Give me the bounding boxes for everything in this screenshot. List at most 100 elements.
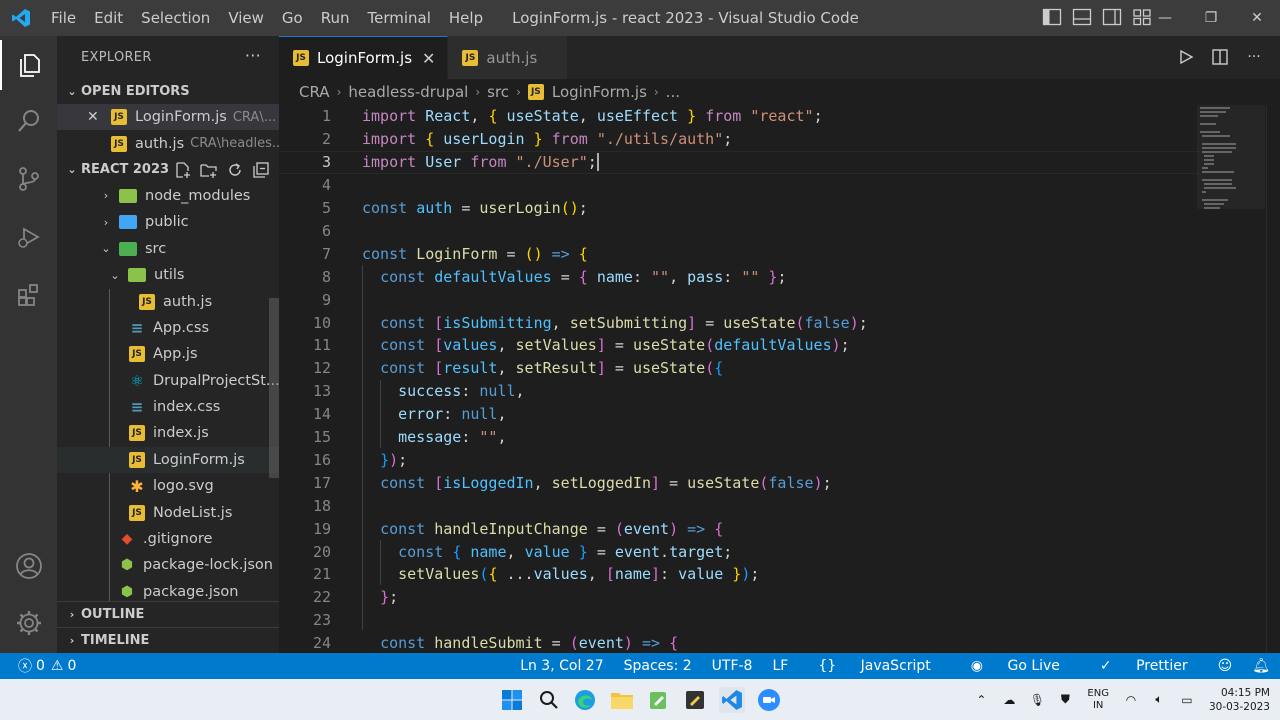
toggle-panel-icon[interactable] [1072, 8, 1094, 28]
menu-selection[interactable]: Selection [132, 0, 219, 36]
accounts-icon[interactable] [0, 541, 57, 591]
shield-icon[interactable]: ⛊ [1054, 689, 1076, 711]
encoding[interactable]: UTF-8 [702, 658, 763, 674]
file-explorer-icon[interactable] [609, 687, 635, 713]
end-of-line[interactable]: LF [762, 658, 798, 674]
run-debug-icon[interactable] [0, 212, 57, 262]
go-live-label: Go Live [1007, 658, 1060, 674]
tree-item-index-js[interactable]: JS index.js [57, 420, 279, 446]
input-language[interactable]: ENG IN [1087, 688, 1109, 712]
indentation[interactable]: Spaces: 2 [614, 658, 702, 674]
tree-item-index-css[interactable]: ≡ index.css [57, 394, 279, 420]
restore-icon[interactable]: ❐ [1188, 0, 1234, 36]
code-line: 11 const [values, setValues] = useState(… [279, 334, 1199, 357]
menu-terminal[interactable]: Terminal [359, 0, 440, 36]
split-editor-icon[interactable] [1210, 46, 1230, 68]
breadcrumb-item[interactable]: LoginForm.js [552, 83, 647, 101]
settings-gear-icon[interactable] [0, 598, 57, 648]
battery-icon[interactable]: ▭ [1176, 689, 1198, 711]
folder-utils-icon [128, 268, 146, 283]
windows-start-icon[interactable] [499, 687, 525, 713]
status-items: Ln 3, Col 27 Spaces: 2 UTF-8 LF {} JavaS… [510, 653, 1280, 679]
wifi-icon[interactable]: ◠ [1120, 689, 1142, 711]
close-window-icon[interactable]: ✕ [1234, 0, 1280, 36]
vscode-taskbar-icon[interactable] [719, 687, 745, 713]
edge-browser-icon[interactable] [572, 687, 598, 713]
breadcrumb-item[interactable]: headless-drupal [348, 83, 468, 101]
tree-item-auth-js[interactable]: JS auth.js [57, 288, 279, 314]
tree-item-logo-svg[interactable]: ✱ logo.svg [57, 473, 279, 499]
source-control-icon[interactable] [0, 154, 57, 204]
tree-item-public[interactable]: › public [57, 209, 279, 235]
new-folder-icon[interactable] [199, 160, 219, 180]
clock[interactable]: 04:15 PM 30-03-2023 [1209, 686, 1270, 714]
feedback-icon[interactable]: ☺ [1208, 658, 1243, 674]
menu-help[interactable]: Help [440, 0, 492, 36]
open-editors-section[interactable]: ⌄ OPEN EDITORS [57, 78, 279, 104]
toggle-primary-sidebar-icon[interactable] [1042, 8, 1064, 28]
more-actions-icon[interactable]: ··· [245, 46, 261, 65]
tree-item-utils[interactable]: ⌄ utils [57, 262, 279, 288]
tree-item-app-js[interactable]: JS App.js [57, 341, 279, 367]
menu-run[interactable]: Run [312, 0, 359, 36]
menu-edit[interactable]: Edit [85, 0, 132, 36]
close-tab-icon[interactable]: ✕ [422, 49, 435, 68]
tree-item-drupal-project[interactable]: ⚛ DrupalProjectSt... [57, 368, 279, 394]
breadcrumb-item[interactable]: src [487, 83, 509, 101]
editor-app-icon[interactable] [682, 687, 708, 713]
volume-icon[interactable]: 🔈︎ [1148, 689, 1170, 711]
search-icon[interactable] [0, 96, 57, 146]
refresh-icon[interactable] [225, 160, 245, 180]
sidebar-scrollbar[interactable] [269, 298, 279, 478]
go-live-button[interactable]: ◉ Go Live [951, 658, 1080, 674]
open-editor-item-auth[interactable]: JS auth.js CRA\headles... [57, 130, 279, 156]
minimize-icon[interactable]: — [1142, 0, 1188, 36]
close-icon[interactable]: ✕ [87, 109, 103, 125]
timeline-section[interactable]: › TIMELINE [57, 627, 279, 653]
more-actions-icon[interactable]: ··· [1244, 46, 1264, 68]
tree-item-node-modules[interactable]: › node_modules [57, 183, 279, 209]
code-text: const { name, value } = event.target; [398, 542, 733, 561]
microphone-icon[interactable]: 🎙︎ [1026, 689, 1048, 711]
editor-scrollbar[interactable] [1266, 105, 1280, 653]
tree-item-src[interactable]: ⌄ src [57, 236, 279, 262]
chevron-down-icon: ⌄ [110, 268, 120, 282]
prettier-button[interactable]: ✓ Prettier [1080, 658, 1208, 674]
menu-go[interactable]: Go [273, 0, 312, 36]
chevron-up-icon[interactable]: ⌃ [970, 689, 992, 711]
explorer-icon[interactable] [0, 40, 57, 90]
line-number: 8 [321, 267, 331, 286]
breadcrumb-item[interactable]: CRA [299, 83, 330, 101]
notepad-icon[interactable] [645, 687, 671, 713]
warning-count: 0 [67, 658, 77, 674]
code-editor[interactable]: 1 import React, { useState, useEffect } f… [279, 105, 1280, 653]
toggle-secondary-sidebar-icon[interactable] [1102, 8, 1124, 28]
window-title: LoginForm.js - react 2023 - Visual Studi… [512, 9, 859, 27]
tab-loginform[interactable]: JS LoginForm.js ✕ [279, 36, 449, 79]
tree-item-app-css[interactable]: ≡ App.css [57, 315, 279, 341]
tree-item-nodelist-js[interactable]: JS NodeList.js [57, 499, 279, 525]
outline-section[interactable]: › OUTLINE [57, 601, 279, 627]
run-file-icon[interactable] [1176, 46, 1196, 68]
tree-item-package-lock[interactable]: ⬢ package-lock.json [57, 552, 279, 578]
zoom-app-icon[interactable] [756, 687, 782, 713]
problems-indicator[interactable]: ⓧ 0 ⚠ 0 [0, 656, 76, 676]
cursor-position[interactable]: Ln 3, Col 27 [510, 658, 613, 674]
line-number: 24 [312, 634, 331, 653]
cloud-icon[interactable]: ☁ [998, 689, 1020, 711]
new-file-icon[interactable] [173, 160, 193, 180]
open-editor-path: CRA\... [232, 109, 277, 125]
menu-view[interactable]: View [219, 0, 273, 36]
language-mode[interactable]: {} JavaScript [798, 658, 950, 674]
tab-auth[interactable]: JS auth.js [448, 36, 569, 79]
breadcrumb-item[interactable]: ... [666, 83, 680, 101]
extensions-icon[interactable] [0, 270, 57, 320]
workspace-section[interactable]: ⌄ REACT 2023 [57, 157, 279, 183]
notifications-bell-icon[interactable]: 🔔︎ [1242, 658, 1280, 674]
tree-item-gitignore[interactable]: ◆ .gitignore [57, 526, 279, 552]
menu-file[interactable]: File [42, 0, 85, 36]
open-editor-item-loginform[interactable]: ✕ JS LoginForm.js CRA\... [57, 104, 279, 131]
search-icon[interactable] [536, 687, 562, 713]
tree-item-loginform-js[interactable]: JS LoginForm.js [57, 446, 279, 474]
collapse-all-icon[interactable] [251, 160, 271, 180]
